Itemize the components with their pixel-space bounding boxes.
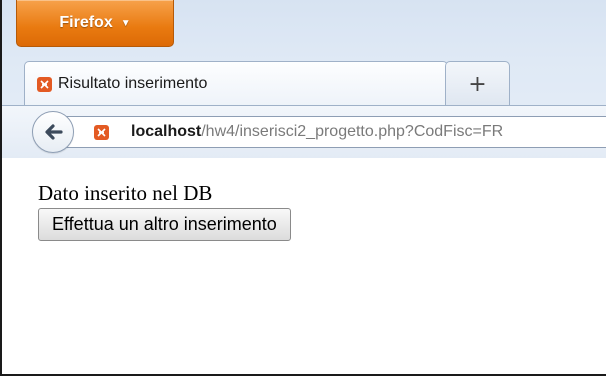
browser-window: Firefox ▼ Risultato inserimento + localh… — [0, 0, 606, 376]
plus-icon: + — [468, 71, 487, 97]
status-message: Dato inserito nel DB — [38, 181, 213, 205]
url-host: localhost — [131, 123, 202, 140]
back-button[interactable] — [32, 111, 74, 153]
tab-risultato-inserimento[interactable]: Risultato inserimento — [24, 61, 448, 106]
page-content: Dato inserito nel DB Effettua un altro i… — [38, 181, 291, 241]
firefox-menu-label: Firefox — [59, 14, 113, 31]
firefox-menu-button[interactable]: Firefox ▼ — [16, 0, 174, 47]
tab-title: Risultato inserimento — [58, 75, 208, 92]
caret-down-icon: ▼ — [120, 17, 131, 29]
new-tab-button[interactable]: + — [445, 61, 510, 106]
xampp-favicon-icon — [94, 124, 109, 140]
new-insert-button[interactable]: Effettua un altro inserimento — [38, 208, 291, 241]
back-arrow-icon — [45, 124, 63, 140]
url-path: /hw4/inserisci2_progetto.php?CodFisc=FR — [201, 123, 504, 140]
xampp-favicon-icon — [37, 76, 52, 92]
url-bar[interactable]: localhost /hw4/inserisci2_progetto.php?C… — [64, 116, 606, 148]
